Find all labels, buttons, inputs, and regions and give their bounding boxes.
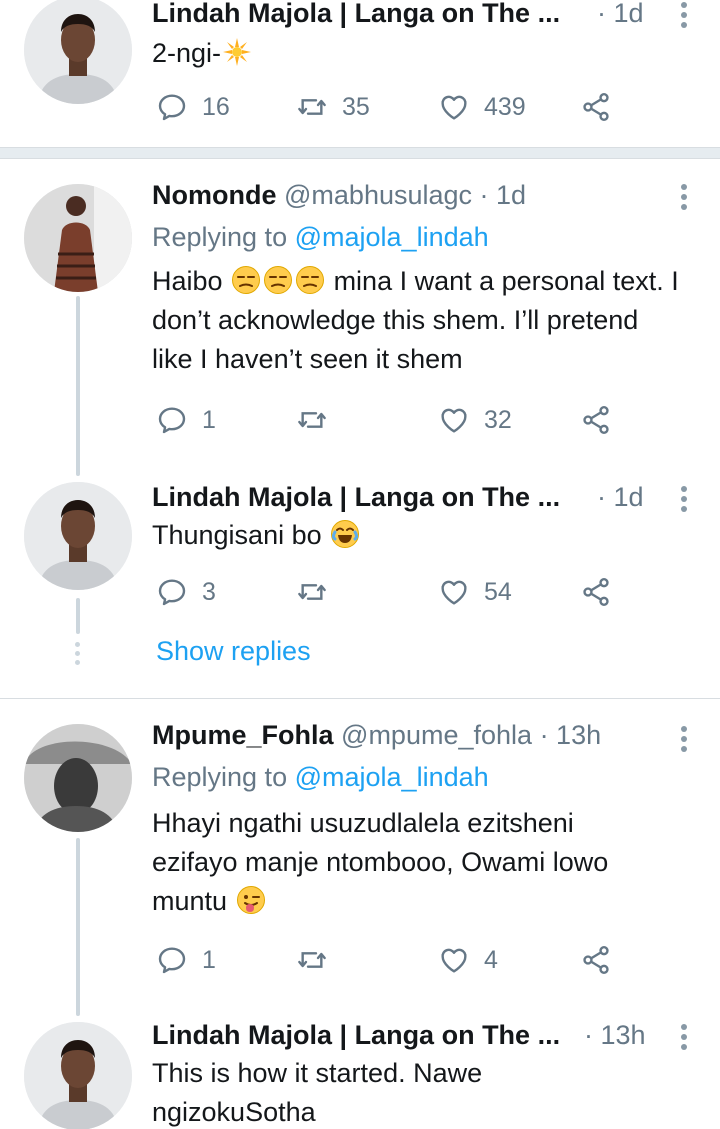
reply-button[interactable]: 1 bbox=[156, 940, 216, 980]
more-options-icon[interactable] bbox=[678, 486, 690, 516]
reply-count: 16 bbox=[202, 92, 230, 121]
tweet-text: Thungisani bo bbox=[152, 516, 680, 555]
divider bbox=[0, 698, 720, 699]
more-options-icon[interactable] bbox=[678, 184, 690, 214]
tweet-time: · 1d bbox=[597, 482, 644, 512]
like-count: 54 bbox=[484, 577, 512, 606]
like-icon bbox=[438, 91, 470, 123]
mention-link[interactable]: @majola_lindah bbox=[295, 762, 489, 792]
avatar[interactable] bbox=[24, 724, 132, 832]
tweet-header: Lindah Majola | Langa on The ... · 1d bbox=[152, 0, 660, 29]
reply-count: 1 bbox=[202, 945, 216, 974]
retweet-button[interactable] bbox=[296, 400, 342, 440]
tweet-lindah-2[interactable]: Lindah Majola | Langa on The ... · 1d Th… bbox=[0, 476, 720, 698]
share-icon[interactable] bbox=[580, 404, 612, 436]
tweet-time: · 13h bbox=[539, 720, 602, 750]
reply-button[interactable]: 1 bbox=[156, 400, 216, 440]
like-icon bbox=[438, 404, 470, 436]
tweet-header: Mpume_Fohla @mpume_fohla · 13h bbox=[152, 720, 660, 751]
unamused-emoji-icon bbox=[295, 265, 325, 295]
unamused-emoji-icon bbox=[231, 265, 261, 295]
retweet-button[interactable] bbox=[296, 572, 342, 612]
author-handle[interactable]: @mpume_fohla bbox=[341, 720, 532, 750]
tweet-time: · 1d bbox=[479, 180, 527, 210]
author-name[interactable]: Lindah Majola | Langa on The ... bbox=[152, 1020, 560, 1050]
tweet-header: Nomonde @mabhusulagc · 1d bbox=[152, 180, 660, 211]
retweet-button[interactable]: 35 bbox=[296, 87, 370, 127]
tweet-header: Lindah Majola | Langa on The ... · 1d bbox=[152, 482, 660, 513]
tweet-nomonde[interactable]: Nomonde @mabhusulagc · 1d Replying to @m… bbox=[0, 160, 720, 480]
tweet-lindah-1[interactable]: Lindah Majola | Langa on The ... · 1d 2-… bbox=[0, 0, 720, 148]
avatar[interactable] bbox=[24, 1022, 132, 1129]
share-icon[interactable] bbox=[580, 91, 612, 123]
retweet-icon bbox=[296, 404, 328, 436]
sparkle-emoji-icon bbox=[222, 37, 252, 67]
like-count: 4 bbox=[484, 945, 498, 974]
author-name[interactable]: Mpume_Fohla bbox=[152, 720, 334, 750]
avatar[interactable] bbox=[24, 0, 132, 104]
like-count: 439 bbox=[484, 92, 526, 121]
like-count: 32 bbox=[484, 405, 512, 434]
winking-tongue-emoji-icon bbox=[236, 885, 266, 915]
tweet-lindah-3[interactable]: Lindah Majola | Langa on The ... · 13h T… bbox=[0, 1016, 720, 1129]
avatar[interactable] bbox=[24, 184, 132, 292]
like-button[interactable]: 32 bbox=[438, 400, 512, 440]
like-icon bbox=[438, 944, 470, 976]
tweet-actions: 1 32 bbox=[152, 400, 622, 440]
more-options-icon[interactable] bbox=[678, 726, 690, 756]
tweet-time: · 13h bbox=[584, 1020, 646, 1050]
tweet-text: Haibo mina I want a personal text. I don… bbox=[152, 265, 679, 374]
replying-to: Replying to @majola_lindah bbox=[152, 222, 489, 252]
author-name[interactable]: Nomonde bbox=[152, 180, 277, 210]
joy-emoji-icon bbox=[330, 519, 360, 549]
reply-icon bbox=[156, 576, 188, 608]
avatar[interactable] bbox=[24, 482, 132, 590]
retweet-icon bbox=[296, 91, 328, 123]
more-options-icon[interactable] bbox=[678, 1024, 690, 1054]
tweet-mpume[interactable]: Mpume_Fohla @mpume_fohla · 13h Replying … bbox=[0, 700, 720, 1016]
retweet-button[interactable] bbox=[296, 940, 342, 980]
reply-count: 1 bbox=[202, 405, 216, 434]
tweet-actions: 1 4 bbox=[152, 940, 622, 980]
reply-button[interactable]: 16 bbox=[156, 87, 230, 127]
reply-icon bbox=[156, 944, 188, 976]
share-icon[interactable] bbox=[580, 576, 612, 608]
like-button[interactable]: 439 bbox=[438, 87, 526, 127]
retweet-icon bbox=[296, 944, 328, 976]
reply-icon bbox=[156, 404, 188, 436]
author-name[interactable]: Lindah Majola | Langa on The ... bbox=[152, 0, 560, 28]
like-icon bbox=[438, 576, 470, 608]
share-icon[interactable] bbox=[580, 944, 612, 976]
replying-to: Replying to @majola_lindah bbox=[152, 762, 489, 792]
tweet-text: 2-ngi- bbox=[152, 34, 680, 73]
reply-count: 3 bbox=[202, 577, 216, 606]
tweet-text: Hhayi ngathi usuzudlalela ezitsheni ezif… bbox=[152, 808, 609, 916]
unamused-emoji-icon bbox=[263, 265, 293, 295]
author-handle[interactable]: @mabhusulagc bbox=[284, 180, 472, 210]
reply-button[interactable]: 3 bbox=[156, 572, 216, 612]
more-options-icon[interactable] bbox=[678, 2, 690, 32]
conversation-separator bbox=[0, 147, 720, 159]
author-name[interactable]: Lindah Majola | Langa on The ... bbox=[152, 482, 560, 512]
reply-icon bbox=[156, 91, 188, 123]
retweet-count: 35 bbox=[342, 92, 370, 121]
tweet-header: Lindah Majola | Langa on The ... · 13h bbox=[152, 1020, 660, 1051]
retweet-icon bbox=[296, 576, 328, 608]
tweet-actions: 3 54 bbox=[152, 572, 622, 612]
tweet-actions: 16 35 439 bbox=[152, 87, 622, 127]
like-button[interactable]: 54 bbox=[438, 572, 512, 612]
show-replies-link[interactable]: Show replies bbox=[156, 636, 311, 667]
tweet-time: · 1d bbox=[597, 0, 644, 28]
like-button[interactable]: 4 bbox=[438, 940, 498, 980]
tweet-text: This is how it started. Nawe ngizokuSoth… bbox=[152, 1058, 483, 1127]
mention-link[interactable]: @majola_lindah bbox=[295, 222, 489, 252]
